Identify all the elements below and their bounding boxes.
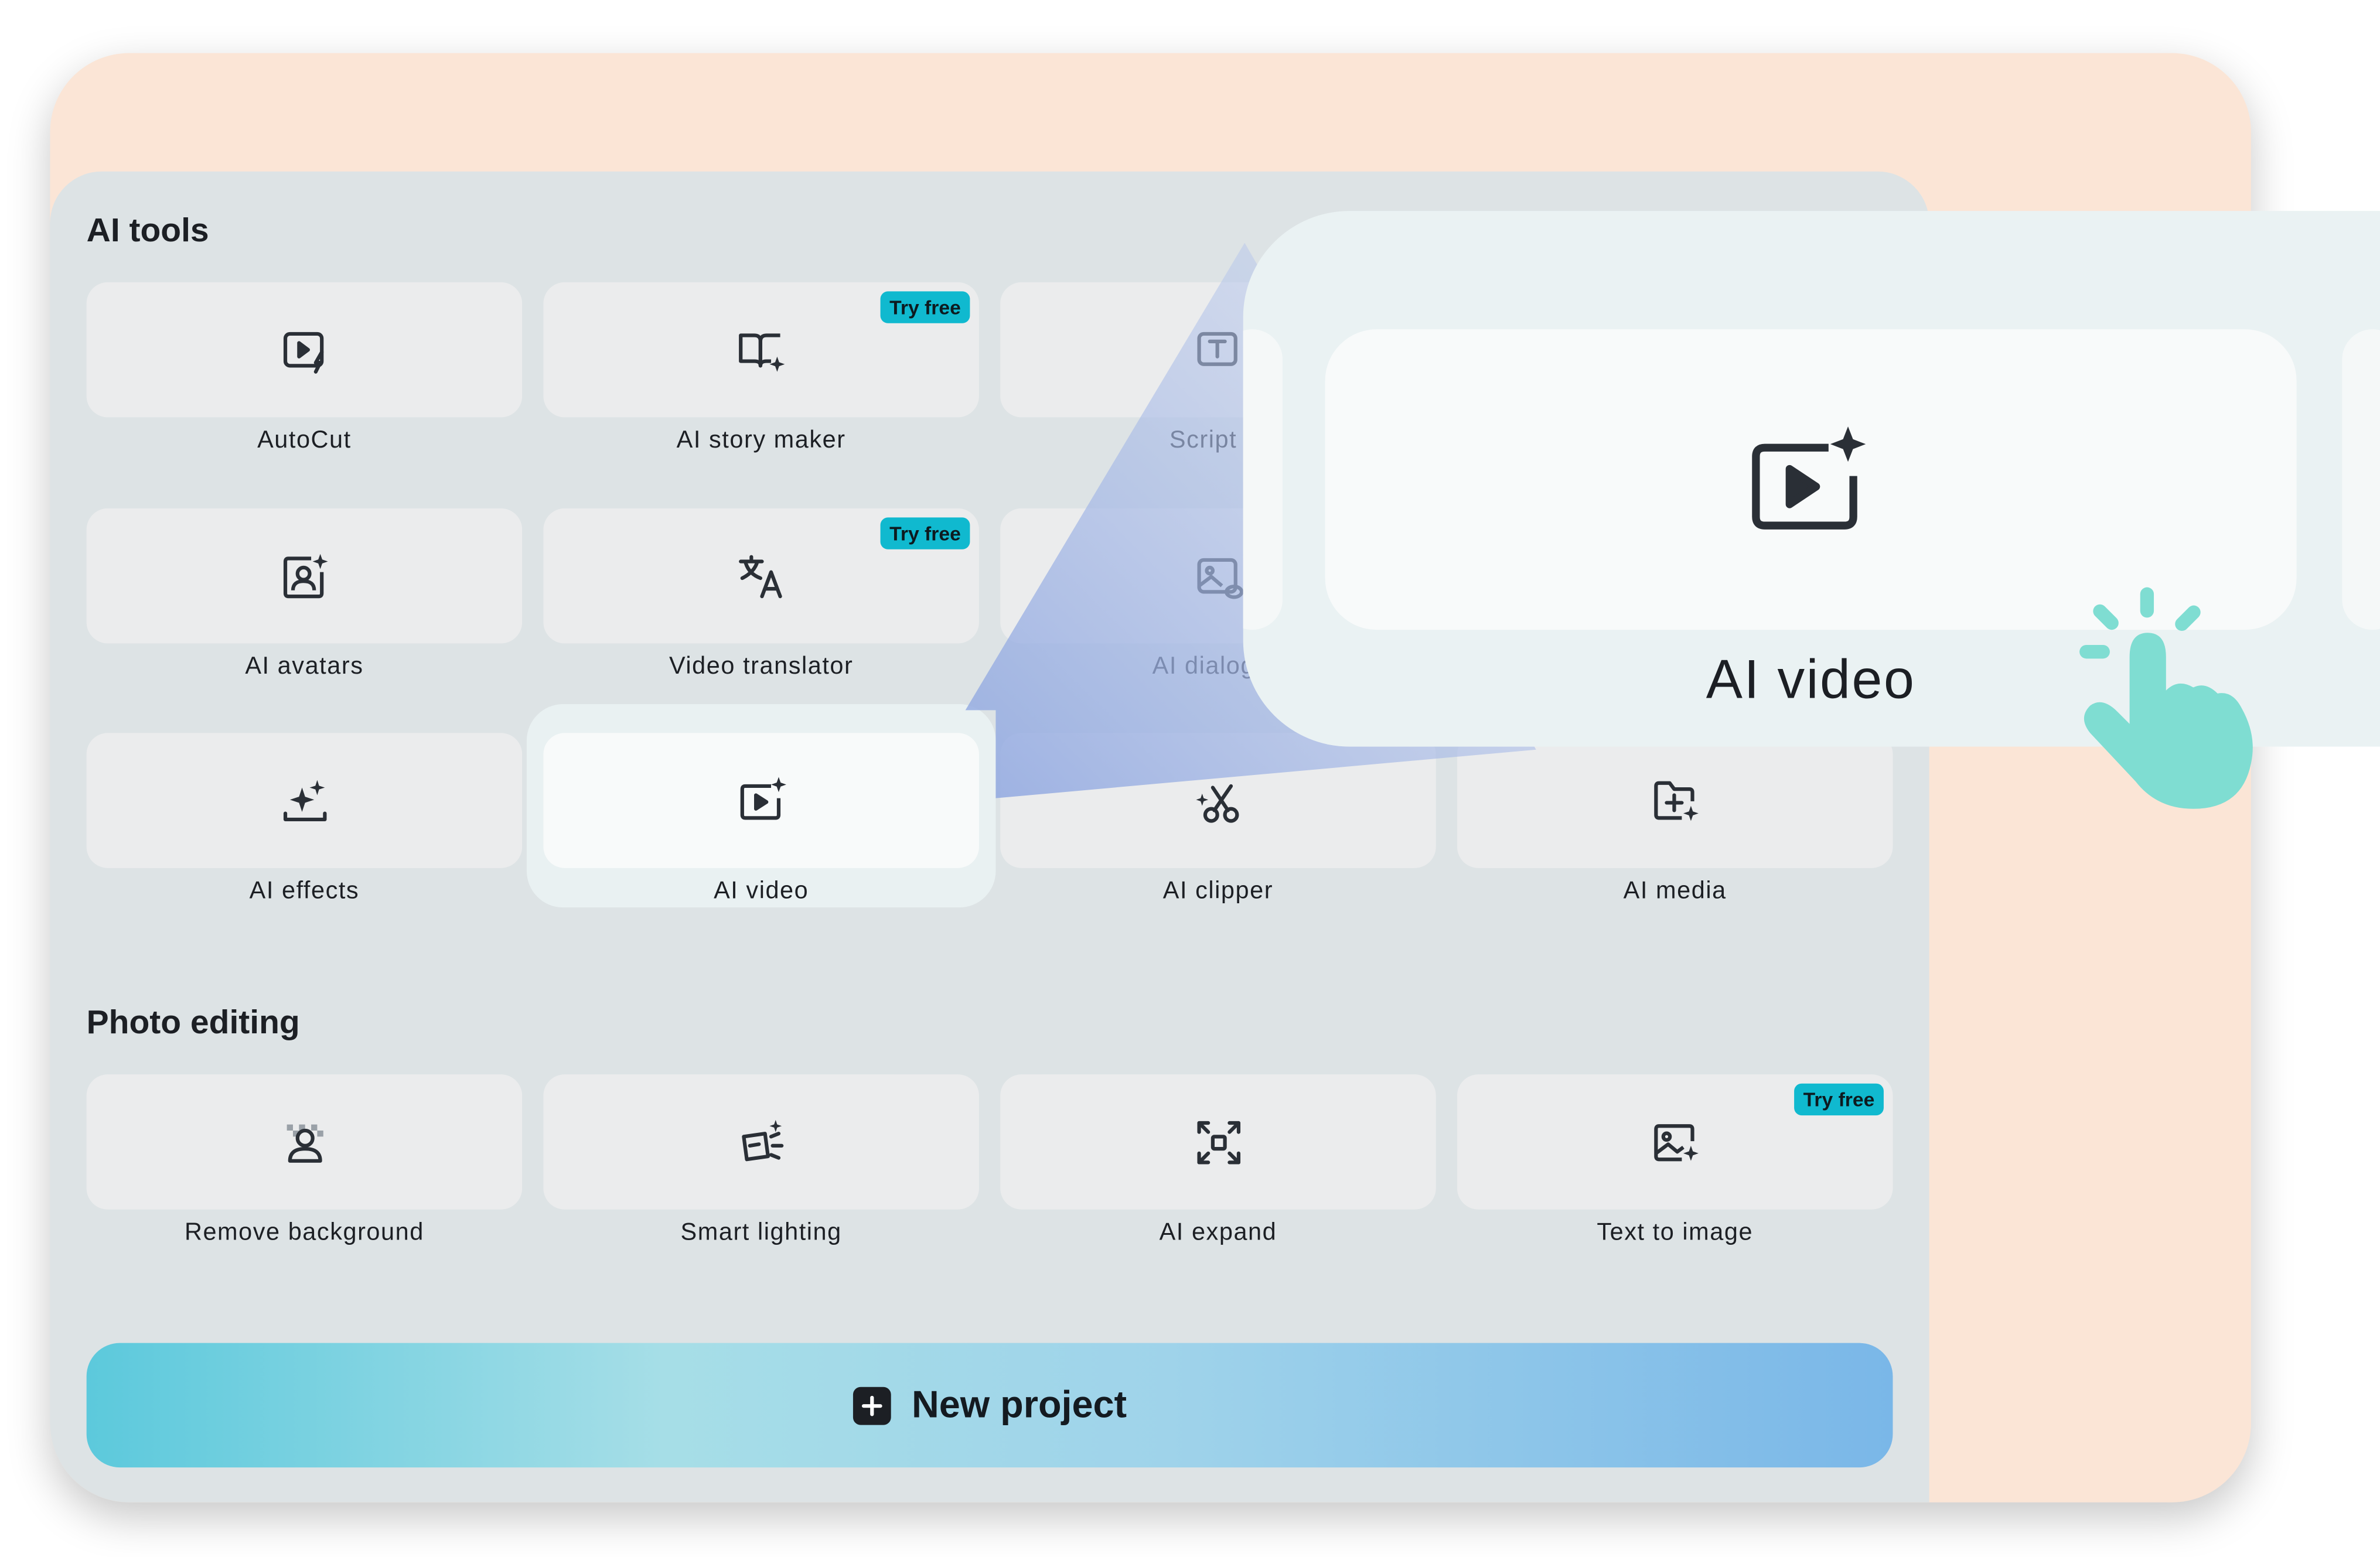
tool-label: Remove background [184,1220,424,1246]
tool-label: AI video [714,878,809,904]
try-free-badge: Try free [880,517,970,549]
text-box-icon [1196,331,1237,366]
app-canvas: AI tools AutoCut Try free AI story maker… [0,0,2380,1557]
image-sparkle-icon [1653,1123,1698,1161]
scissors-icon [1195,783,1239,822]
tool-tile-ai-video[interactable] [543,733,979,868]
tool-label: AI effects [249,878,360,904]
video-sparkle-icon [1752,426,1866,530]
video-sparkle-icon [739,776,786,820]
zoom-side-tile [2342,329,2380,630]
tool-tile-ai-avatars[interactable] [86,508,523,644]
section-title-photo-editing: Photo editing [86,1003,300,1042]
tool-label: Text to image [1597,1220,1754,1246]
autocut-icon [282,331,323,373]
tool-tile-ai-clipper[interactable] [1000,733,1436,868]
plus-icon [852,1386,891,1425]
tool-tile-autocut[interactable] [86,282,523,418]
tool-label: AI media [1623,878,1727,904]
pointer-hand-icon [2079,587,2253,809]
new-project-label: New project [912,1383,1127,1426]
tool-tile-remove-background[interactable] [86,1074,523,1210]
new-project-button[interactable]: New project [86,1343,1893,1468]
tool-tile-ai-expand[interactable] [1000,1074,1436,1210]
avatar-icon [282,553,328,597]
folder-sparkle-icon [1653,780,1698,821]
try-free-badge: Try free [880,291,970,323]
section-title-ai-tools: AI tools [86,211,209,249]
tool-tile-ai-story-maker[interactable]: Try free [543,282,979,418]
book-sparkle-icon [738,333,785,371]
image-chat-icon [1196,557,1243,599]
translate-icon [738,554,782,597]
tool-label: Video translator [669,654,854,680]
try-free-badge: Try free [1794,1083,1884,1116]
expand-icon [1196,1120,1240,1164]
tool-label: AI clipper [1162,878,1274,904]
tool-tile-ai-effects[interactable] [86,733,523,868]
tool-tile-video-translator[interactable]: Try free [543,508,979,644]
tool-tile-smart-lighting[interactable] [543,1074,979,1210]
tool-label: AutoCut [257,428,352,454]
tool-label: AI expand [1159,1220,1277,1246]
zoom-side-tile [1243,329,1283,630]
tool-tile-ai-media[interactable] [1457,733,1893,868]
tool-label: Smart lighting [680,1220,842,1246]
tool-label: AI avatars [245,654,364,680]
tool-label: AI story maker [676,428,846,454]
remove-bg-icon [286,1124,323,1162]
sparkles-icon [282,779,326,821]
lighting-icon [741,1119,783,1161]
tool-tile-text-to-image[interactable]: Try free [1457,1074,1893,1210]
